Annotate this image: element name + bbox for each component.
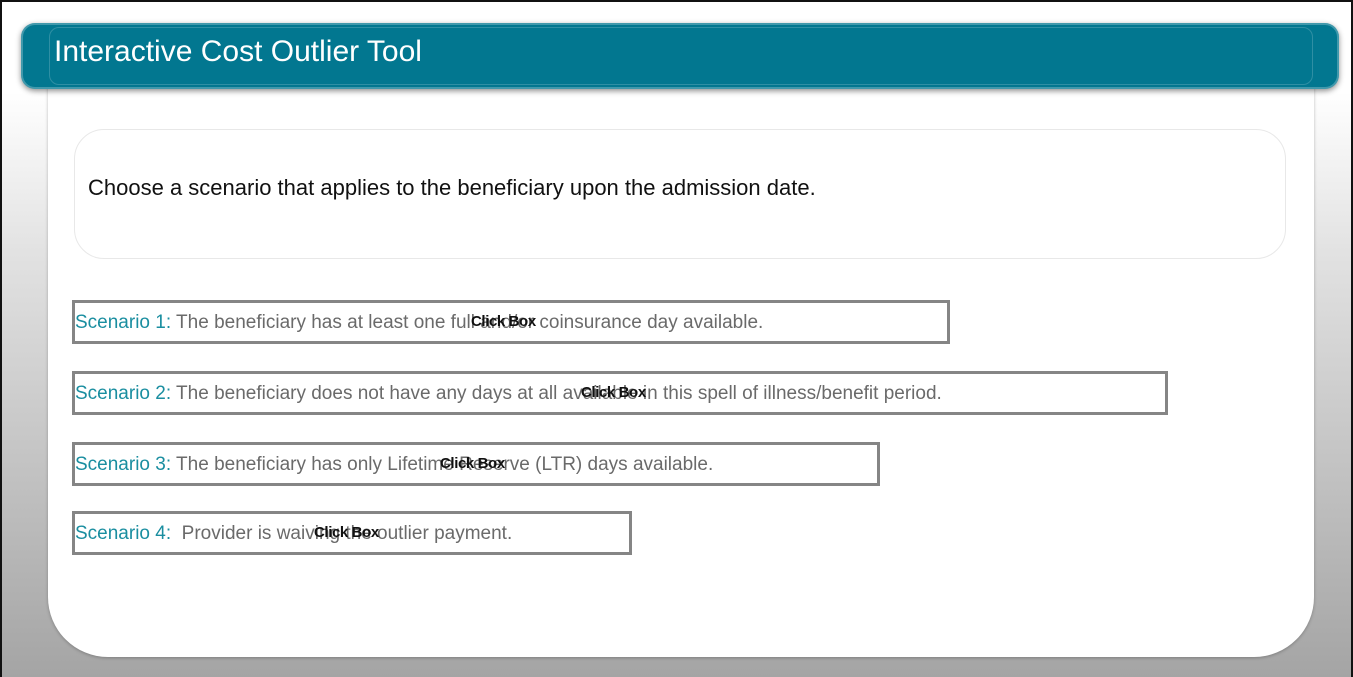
- instruction-text: Choose a scenario that applies to the be…: [88, 175, 816, 200]
- scenario-1-text-line: Scenario 1: The beneficiary has at least…: [75, 312, 763, 334]
- scenario-2-text-line: Scenario 2: The beneficiary does not hav…: [75, 383, 942, 405]
- scenario-3-label: Scenario 3:: [75, 454, 172, 475]
- slide-frame: Interactive Cost Outlier Tool Choose a s…: [0, 0, 1353, 677]
- scenario-4-click-box-label: Click Box: [314, 524, 379, 541]
- scenario-1-option[interactable]: Scenario 1: The beneficiary has at least…: [72, 300, 950, 344]
- content-panel: [48, 32, 1314, 657]
- scenario-1-click-box-label: Click Box: [471, 313, 536, 330]
- scenario-1-label: Scenario 1:: [75, 312, 172, 333]
- scenario-4-label: Scenario 4:: [75, 523, 172, 544]
- scenario-3-text-line: Scenario 3: The beneficiary has only Lif…: [75, 454, 713, 476]
- scenario-2-click-box-label: Click Box: [581, 384, 646, 401]
- scenario-4-option[interactable]: Scenario 4: Provider is waiving the outl…: [72, 511, 632, 555]
- page-title: Interactive Cost Outlier Tool: [54, 35, 422, 68]
- scenario-2-option[interactable]: Scenario 2: The beneficiary does not hav…: [72, 371, 1168, 415]
- scenario-3-click-box-label: Click Box: [440, 455, 505, 472]
- scenario-2-text: The beneficiary does not have any days a…: [171, 383, 942, 404]
- scenario-4-text-line: Scenario 4: Provider is waiving the outl…: [75, 523, 512, 545]
- scenario-3-option[interactable]: Scenario 3: The beneficiary has only Lif…: [72, 442, 880, 486]
- scenario-1-text: The beneficiary has at least one full an…: [171, 312, 764, 333]
- title-bar: Interactive Cost Outlier Tool: [21, 23, 1339, 89]
- scenario-2-label: Scenario 2:: [75, 383, 172, 404]
- instruction-box: Choose a scenario that applies to the be…: [74, 129, 1286, 259]
